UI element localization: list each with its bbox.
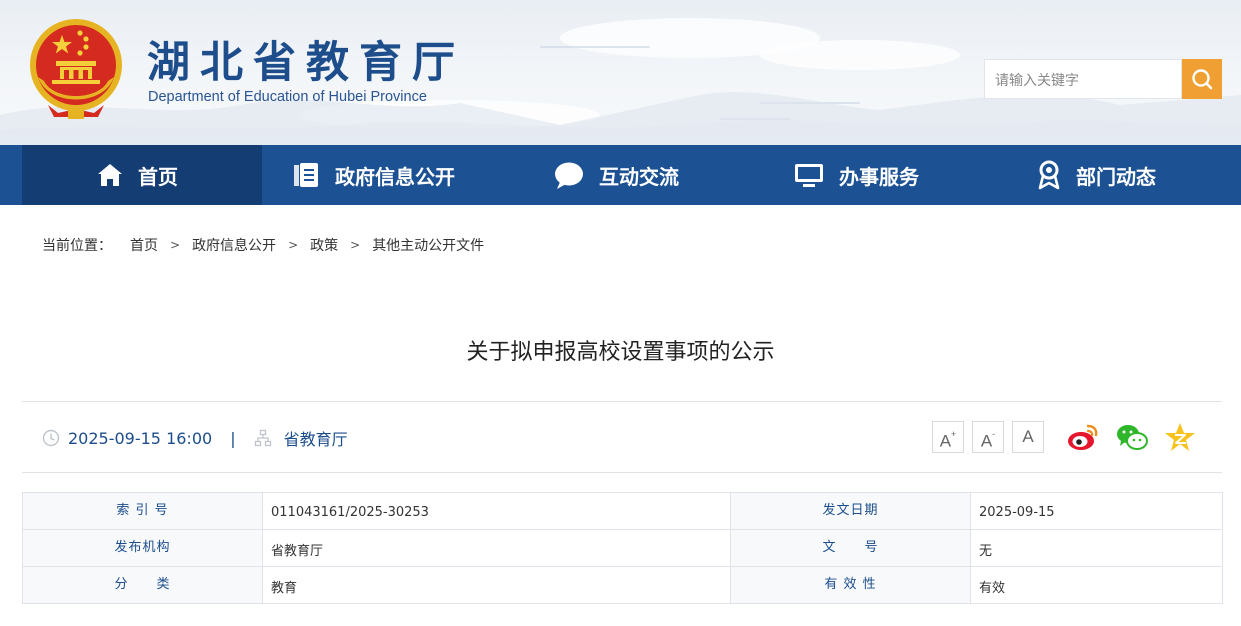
- document-icon: [294, 163, 318, 187]
- weibo-icon[interactable]: [1066, 420, 1100, 454]
- info-value-publisher: 省教育厅: [262, 529, 731, 567]
- search-button[interactable]: [1182, 59, 1222, 99]
- nav-item-label: 首页: [138, 164, 178, 189]
- breadcrumb-link-home[interactable]: 首页: [130, 235, 158, 255]
- info-value-date: 2025-09-15: [970, 492, 1223, 530]
- nav-item-services[interactable]: 办事服务: [793, 145, 993, 205]
- breadcrumb-separator: >: [170, 238, 181, 252]
- info-key-validity: 有 效 性: [730, 566, 971, 604]
- nav-item-home[interactable]: 首页: [22, 145, 262, 205]
- location-pin-icon: [1038, 160, 1060, 190]
- document-info-table: 索 引 号 011043161/2025-30253 发文日期 2025-09-…: [22, 492, 1223, 604]
- article-meta: 2025-09-15 16:00 | 省教育厅: [42, 426, 348, 450]
- info-value-validity: 有效: [970, 566, 1223, 604]
- breadcrumb: 当前位置： 首页 > 政府信息公开 > 政策 > 其他主动公开文件: [42, 235, 484, 255]
- search-input[interactable]: 请输入关键字: [984, 59, 1182, 99]
- article-title: 关于拟申报高校设置事项的公示: [466, 340, 775, 365]
- breadcrumb-link-other-files[interactable]: 其他主动公开文件: [372, 235, 484, 255]
- info-key-index: 索 引 号: [22, 492, 263, 530]
- main-nav: 首页 政府信息公开 互动交流 办事服务 部门动态: [0, 145, 1241, 205]
- info-key-doc-number: 文 号: [730, 529, 971, 567]
- table-row: 索 引 号 011043161/2025-30253 发文日期 2025-09-…: [22, 492, 1223, 530]
- breadcrumb-link-gov-info[interactable]: 政府信息公开: [192, 235, 276, 255]
- table-row: 发布机构 省教育厅 文 号 无: [22, 529, 1223, 567]
- info-value-doc-number: 无: [970, 529, 1223, 567]
- clock-icon: [42, 429, 60, 447]
- breadcrumb-prefix: 当前位置：: [42, 238, 112, 254]
- font-size-decrease-button[interactable]: A-: [972, 421, 1004, 453]
- table-row: 分 类 教育 有 效 性 有效: [22, 566, 1223, 604]
- chat-bubble-icon: [555, 162, 583, 189]
- site-subtitle: Department of Education of Hubei Provinc…: [148, 89, 427, 105]
- site-header: 湖北省教育厅 Department of Education of Hubei …: [0, 0, 1241, 145]
- nav-item-label: 部门动态: [1076, 164, 1156, 189]
- publish-datetime: 2025-09-15 16:00: [68, 428, 213, 448]
- font-size-increase-button[interactable]: A+: [932, 421, 964, 453]
- divider: [22, 472, 1222, 473]
- wechat-icon[interactable]: [1115, 420, 1149, 454]
- org-chart-icon: [254, 429, 271, 447]
- mist-line: [540, 46, 650, 48]
- nav-item-label: 互动交流: [599, 164, 679, 189]
- nav-item-interaction[interactable]: 互动交流: [553, 145, 753, 205]
- nav-item-dept-news[interactable]: 部门动态: [1036, 145, 1236, 205]
- national-emblem-icon: [30, 19, 122, 119]
- info-key-category: 分 类: [22, 566, 263, 604]
- qzone-icon[interactable]: [1163, 420, 1197, 454]
- breadcrumb-link-policy[interactable]: 政策: [310, 235, 338, 255]
- breadcrumb-separator: >: [350, 238, 361, 252]
- font-size-reset-button[interactable]: A: [1012, 421, 1044, 453]
- home-icon: [98, 164, 122, 186]
- publish-source: 省教育厅: [283, 430, 348, 449]
- info-key-publisher: 发布机构: [22, 529, 263, 567]
- nav-item-label: 政府信息公开: [335, 164, 455, 189]
- cloud-decoration: [760, 40, 960, 70]
- search-icon: [1192, 69, 1213, 90]
- divider: [22, 401, 1222, 402]
- nav-item-label: 办事服务: [839, 164, 919, 189]
- monitor-icon: [795, 164, 823, 187]
- info-value-category: 教育: [262, 566, 731, 604]
- breadcrumb-separator: >: [288, 238, 299, 252]
- site-title: 湖北省教育厅: [147, 38, 465, 88]
- nav-item-gov-info[interactable]: 政府信息公开: [291, 145, 511, 205]
- info-value-index: 011043161/2025-30253: [262, 492, 731, 530]
- info-key-date: 发文日期: [730, 492, 971, 530]
- meta-divider: |: [230, 428, 236, 448]
